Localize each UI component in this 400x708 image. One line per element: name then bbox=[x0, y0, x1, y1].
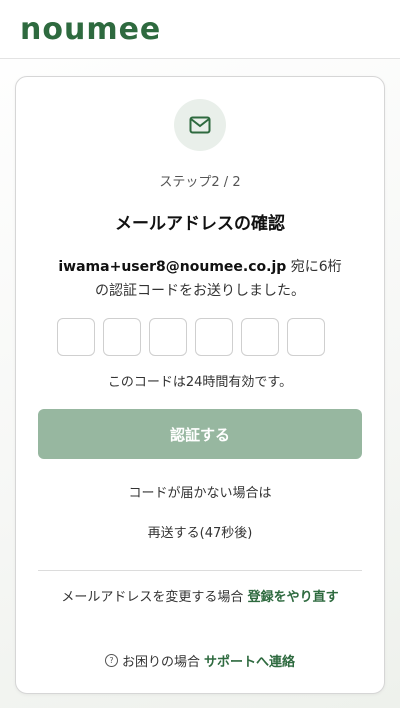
no-code-text: コードが届かない場合は bbox=[128, 486, 272, 501]
description: iwama+user8@noumee.co.jp 宛に6桁 の認証コードをお送り… bbox=[36, 255, 364, 303]
code-digit-4[interactable] bbox=[195, 318, 233, 356]
change-email-text: メールアドレスを変更する場合 登録をやり直す bbox=[38, 587, 362, 609]
verification-card: ステップ2 / 2 メールアドレスの確認 iwama+user8@noumee.… bbox=[15, 76, 385, 694]
description-suffix: 宛に6桁 bbox=[286, 259, 342, 275]
header: noumee bbox=[0, 0, 400, 59]
page-title: メールアドレスの確認 bbox=[115, 214, 285, 234]
code-digit-3[interactable] bbox=[149, 318, 187, 356]
divider bbox=[38, 570, 362, 571]
change-email-label: メールアドレスを変更する場合 bbox=[61, 590, 248, 605]
validity-note: このコードは24時間有効です。 bbox=[107, 375, 293, 390]
mail-icon bbox=[174, 99, 226, 151]
code-input-row bbox=[57, 318, 325, 356]
help-row: ? お困りの場合 サポートへ連絡 bbox=[16, 651, 384, 670]
email-address: iwama+user8@noumee.co.jp bbox=[58, 259, 287, 275]
help-label: お困りの場合 bbox=[121, 655, 200, 670]
description-line2: の認証コードをお送りしました。 bbox=[95, 283, 305, 299]
logo[interactable]: noumee bbox=[20, 12, 161, 47]
contact-support-link[interactable]: サポートへ連絡 bbox=[204, 651, 295, 670]
code-digit-5[interactable] bbox=[241, 318, 279, 356]
verify-button[interactable]: 認証する bbox=[38, 409, 362, 459]
resend-link[interactable]: 再送する(47秒後) bbox=[16, 522, 384, 541]
code-digit-6[interactable] bbox=[287, 318, 325, 356]
restart-registration-link[interactable]: 登録をやり直す bbox=[248, 590, 339, 605]
question-icon: ? bbox=[104, 654, 118, 667]
step-indicator: ステップ2 / 2 bbox=[159, 175, 241, 190]
code-digit-2[interactable] bbox=[103, 318, 141, 356]
code-digit-1[interactable] bbox=[57, 318, 95, 356]
